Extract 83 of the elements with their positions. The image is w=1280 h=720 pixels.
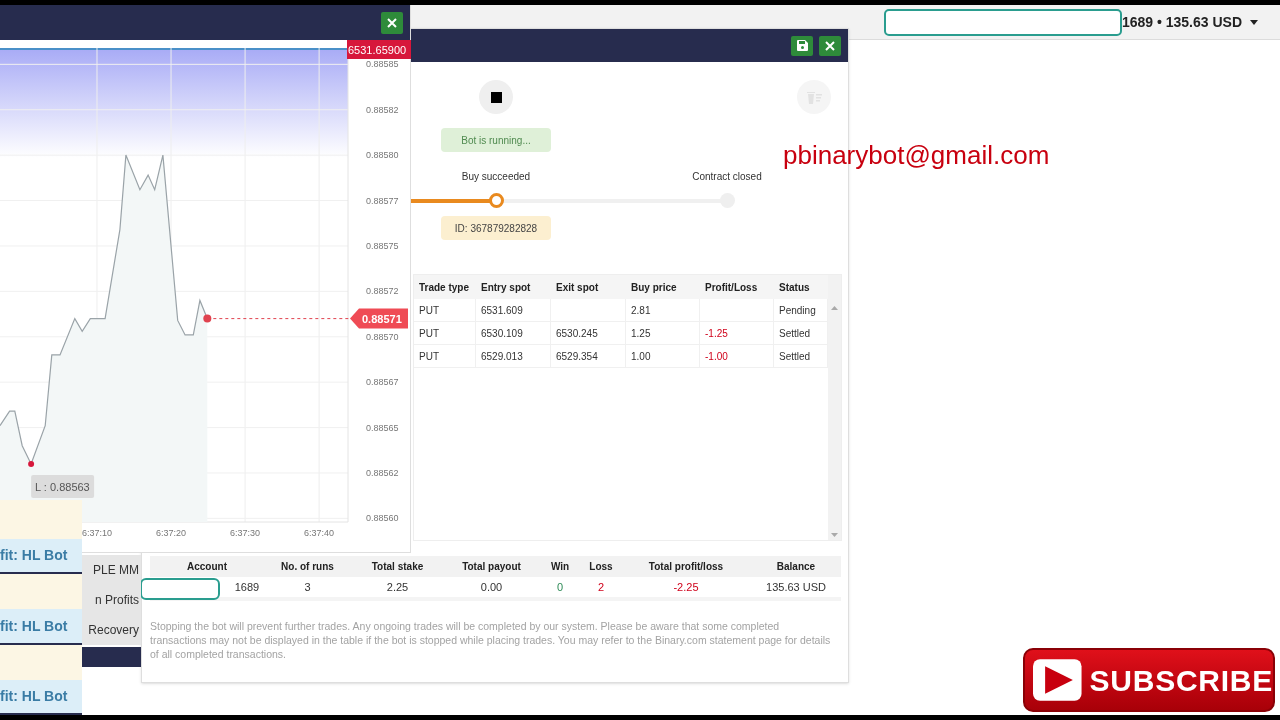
column-header: Win [549, 560, 571, 574]
axis-label: 0.88585 [366, 59, 399, 70]
table-cell-text: -1.25 [705, 326, 728, 341]
play-icon [1033, 656, 1082, 704]
bot-card[interactable]: fit: HL Bot [0, 609, 82, 645]
status-badge: Bot is running... [441, 128, 551, 152]
low-price-tag: L : 0.88563 [31, 474, 95, 498]
current-price-tag: 0.88571 [350, 308, 408, 329]
table-cell-text: 2 [597, 579, 605, 595]
save-icon [796, 40, 808, 51]
table-cell-text: PUT [419, 349, 439, 364]
table-cell-text: 2.25 [386, 579, 409, 595]
table-cell-text: 0.00 [480, 579, 503, 595]
contract-id-badge: ID: 367879282828 [441, 216, 551, 240]
table-cell-text: PUT [419, 303, 439, 318]
column-header: Total stake [370, 560, 425, 574]
axis-label: 0.88560 [366, 513, 399, 524]
table-cell-text: 6529.354 [556, 349, 598, 364]
close-icon [825, 40, 835, 51]
table-cell-text: Settled [779, 326, 811, 341]
menu-item[interactable]: Recovery [82, 621, 141, 639]
step-label: Contract closed [692, 170, 762, 183]
table-cell-text: 6530.245 [556, 326, 598, 341]
menu-footer-bar [82, 647, 141, 667]
column-header: Status [778, 280, 811, 295]
axis-label: 0.88575 [366, 240, 399, 251]
axis-label: 0.88562 [366, 467, 399, 478]
stop-button[interactable] [479, 80, 513, 114]
bot-card[interactable]: fit: HL Bot [0, 539, 82, 575]
table-cell-text: 6530.109 [481, 326, 523, 341]
column-header: Exit spot [555, 280, 600, 295]
axis-label: 6:37:20 [156, 528, 187, 538]
low-point-dot [28, 460, 35, 467]
close-button[interactable] [381, 11, 403, 34]
save-button[interactable] [791, 35, 813, 56]
close-icon [387, 17, 397, 28]
axis-label: 0.88565 [366, 422, 399, 433]
column-header: Trade type [418, 280, 471, 295]
table-cell-text: PUT [419, 326, 439, 341]
bot-card[interactable]: fit: HL Bot [0, 679, 82, 715]
axis-label: 0.88577 [366, 195, 399, 206]
current-price-dot [203, 314, 212, 323]
close-button[interactable] [819, 35, 841, 56]
axis-label: 6:37:10 [82, 528, 112, 538]
subscribe-button[interactable]: SUBSCRIBE [1023, 648, 1275, 712]
table-cell-text: 6531.609 [481, 303, 523, 318]
axis-label: 6:37:40 [304, 528, 335, 538]
barrier-price-tag: 6531.65900 [347, 40, 411, 59]
step-label: Buy succeeded [461, 170, 531, 183]
caret-icon[interactable] [1250, 19, 1258, 25]
table-cell-text: 1689 [234, 579, 260, 595]
menu-item[interactable]: n Profits [82, 591, 141, 609]
menu-item[interactable]: PLE MM [82, 561, 141, 579]
table-cell-text: 135.63 USD [766, 579, 826, 595]
axis-label: 6:37:30 [230, 528, 261, 538]
column-header: Buy price [630, 280, 678, 295]
table-cell-text: 2.81 [631, 303, 651, 318]
table-cell-text: 6529.013 [481, 349, 523, 364]
column-header: Profit/Loss [704, 280, 759, 295]
axis-label: 0.88580 [366, 150, 399, 161]
axis-label: 0.88582 [366, 104, 399, 115]
column-header: Total payout [461, 560, 522, 574]
column-header: Loss [588, 560, 614, 574]
column-header: Balance [775, 560, 817, 574]
table-cell-text: Settled [779, 349, 811, 364]
axis-label: 0.88572 [366, 286, 399, 297]
table-cell-text: 1.00 [631, 349, 651, 364]
disclaimer-text: Stopping the bot will prevent further trades. Any ongoing trades will be completed by our system. Please be aware that some completed transactions may not be displayed in the table if the bot is stopped while placing trades. You may refer to the Binary.com statement page for details of all completed transactions. [150, 619, 832, 661]
column-header: Account [186, 560, 228, 574]
axis-label: 0.88570 [366, 331, 399, 342]
table-cell-text: -1.00 [705, 349, 728, 364]
table-cell-text: Pending [779, 303, 816, 318]
table-cell-text: 3 [304, 579, 311, 595]
table-cell-text: 0 [556, 579, 564, 595]
account-balance[interactable]: 1689 • 135.63 USD [1121, 11, 1242, 33]
axis-label: 0.88567 [366, 377, 399, 388]
email-overlay: pbinarybot@gmail.com [783, 139, 1050, 172]
column-header: No. of runs [280, 560, 335, 574]
column-header: Total profit/loss [647, 560, 725, 574]
table-cell-text: -2.25 [673, 579, 699, 595]
table-cell-text: 1.25 [631, 326, 651, 341]
column-header: Entry spot [480, 280, 532, 295]
stop-icon [490, 91, 502, 103]
